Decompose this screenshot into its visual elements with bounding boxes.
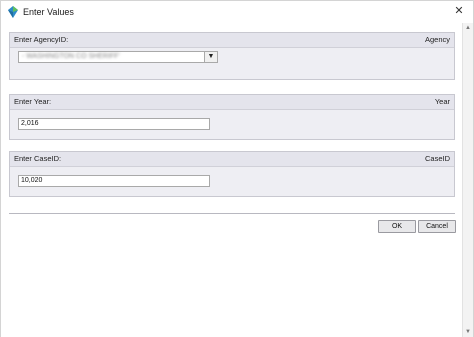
agency-section-header: Enter AgencyID: Agency <box>10 33 454 48</box>
caseid-section: Enter CaseID: CaseID 10,020 <box>9 151 455 197</box>
title-bar: Enter Values ✕ <box>1 1 473 23</box>
window-title: Enter Values <box>23 7 74 17</box>
year-section: Enter Year: Year 2,016 <box>9 94 455 140</box>
caseid-input[interactable]: 10,020 <box>18 175 210 187</box>
year-right-label: Year <box>434 97 450 106</box>
dialog-content: Enter AgencyID: Agency - WASHINGTON CO S… <box>1 23 463 337</box>
vertical-scrollbar[interactable]: ▲ ▼ <box>462 23 473 337</box>
year-section-header: Enter Year: Year <box>10 95 454 110</box>
agency-select[interactable]: - WASHINGTON CO SHERIFF' ▼ <box>18 51 218 63</box>
scroll-up-icon[interactable]: ▲ <box>463 23 473 33</box>
cancel-button[interactable]: Cancel <box>418 220 456 233</box>
divider <box>9 213 455 214</box>
caseid-right-label: CaseID <box>424 154 450 163</box>
caseid-section-header: Enter CaseID: CaseID <box>10 152 454 167</box>
year-input[interactable]: 2,016 <box>18 118 210 130</box>
ok-button[interactable]: OK <box>378 220 416 233</box>
close-icon[interactable]: ✕ <box>451 3 467 19</box>
app-icon <box>6 5 20 19</box>
agency-selected-value: - WASHINGTON CO SHERIFF' <box>22 53 120 60</box>
scroll-down-icon[interactable]: ▼ <box>463 327 473 337</box>
agency-section: Enter AgencyID: Agency - WASHINGTON CO S… <box>9 32 455 80</box>
dialog-window: Enter Values ✕ Enter AgencyID: Agency - … <box>0 0 474 337</box>
agency-right-label: Agency <box>424 35 450 44</box>
chevron-down-icon[interactable]: ▼ <box>204 52 217 62</box>
year-label: Enter Year: <box>14 97 52 106</box>
agency-label: Enter AgencyID: <box>14 35 69 44</box>
caseid-label: Enter CaseID: <box>14 154 62 163</box>
